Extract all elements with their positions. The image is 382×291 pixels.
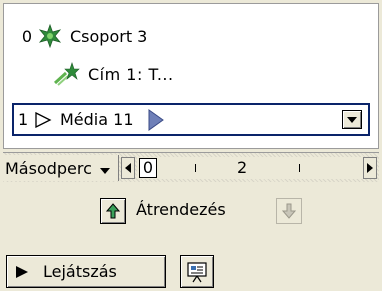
item-dropdown-button[interactable] bbox=[342, 110, 362, 129]
effect-entrance-icon bbox=[52, 61, 80, 87]
slide-show-icon bbox=[187, 261, 207, 282]
play-button-label: Lejátszás bbox=[43, 262, 117, 281]
scroll-right-button[interactable] bbox=[363, 157, 377, 179]
arrow-up-icon bbox=[106, 203, 120, 219]
media-timing-bar-icon bbox=[148, 108, 164, 131]
time-unit-select[interactable]: Másodperc bbox=[3, 155, 119, 181]
ruler-start-label: 0 bbox=[139, 158, 157, 178]
item-label: Csoport 3 bbox=[70, 26, 148, 46]
ruler-tick bbox=[195, 164, 196, 172]
reorder-group: Átrendezés bbox=[0, 196, 382, 226]
arrow-down-icon bbox=[282, 203, 296, 219]
list-item-media-selected[interactable]: 1 Média 11 bbox=[12, 103, 370, 136]
time-ruler[interactable]: 0 2 bbox=[137, 157, 363, 179]
chevron-down-icon bbox=[99, 159, 110, 178]
list-item-title[interactable]: Cím 1: T... bbox=[4, 56, 378, 92]
move-up-button[interactable] bbox=[100, 198, 126, 224]
chevron-down-icon bbox=[347, 116, 357, 123]
move-down-button[interactable] bbox=[276, 198, 302, 224]
effect-star-icon bbox=[38, 23, 62, 49]
time-unit-label: Másodperc bbox=[5, 158, 92, 178]
ruler-tick bbox=[299, 164, 300, 172]
chevron-left-icon bbox=[125, 163, 131, 173]
reorder-label: Átrendezés bbox=[136, 200, 226, 219]
ruler-mid-label: 2 bbox=[237, 158, 248, 177]
timeline-bar: Másodperc 0 2 bbox=[3, 152, 379, 182]
animation-list[interactable]: 0 Csoport 3 Cím 1: T... 1 Média 11 bbox=[3, 3, 379, 149]
slide-show-button[interactable] bbox=[180, 255, 214, 288]
play-trigger-icon bbox=[34, 111, 52, 128]
scroll-left-button[interactable] bbox=[121, 157, 135, 179]
item-label: Cím 1: T... bbox=[88, 64, 174, 84]
item-number: 1 bbox=[18, 110, 29, 129]
play-button[interactable]: Lejátszás bbox=[6, 255, 166, 288]
item-label: Média 11 bbox=[60, 110, 134, 129]
chevron-right-icon bbox=[367, 163, 373, 173]
list-item-group[interactable]: 0 Csoport 3 bbox=[4, 18, 378, 54]
item-number: 0 bbox=[21, 26, 32, 46]
play-icon bbox=[16, 265, 28, 278]
